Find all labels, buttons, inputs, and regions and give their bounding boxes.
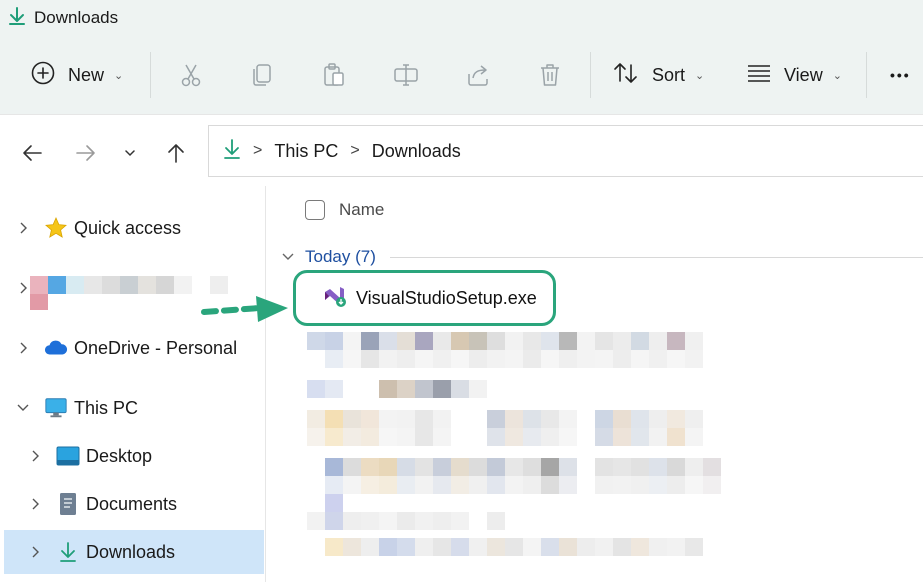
redacted-file-list [307, 332, 721, 556]
download-arrow-icon [8, 6, 26, 31]
chevron-down-icon [282, 253, 294, 260]
delete-icon [541, 64, 559, 86]
sidebar-item-label: Documents [86, 493, 178, 514]
forward-button[interactable] [70, 137, 102, 169]
toolbar-divider [590, 52, 591, 98]
download-arrow-icon [56, 540, 80, 564]
recent-locations-button[interactable] [114, 137, 146, 169]
window-title: Downloads [8, 6, 118, 30]
sidebar-item-downloads[interactable]: Downloads [4, 530, 264, 574]
view-icon [746, 63, 772, 88]
toolbar-divider [150, 52, 151, 98]
chevron-down-icon[interactable] [16, 401, 30, 415]
column-header-label: Name [339, 200, 385, 219]
sidebar-item-label: Quick access [74, 217, 182, 238]
sidebar-item-onedrive[interactable]: OneDrive - Personal [0, 326, 266, 370]
documents-icon [56, 492, 80, 516]
new-button[interactable]: New ⌄ [30, 48, 123, 102]
navigation-bar: > This PC > Downloads [0, 114, 923, 186]
group-divider [389, 256, 923, 258]
breadcrumb-separator: > [253, 142, 263, 159]
sidebar-item-label: Desktop [86, 445, 153, 466]
breadcrumb-separator: > [350, 142, 360, 159]
share-icon [468, 65, 488, 86]
file-name: VisualStudioSetup.exe [356, 287, 537, 308]
chevron-right-icon[interactable] [16, 221, 30, 235]
chevron-down-icon [125, 150, 135, 157]
cloud-icon [44, 336, 68, 360]
sidebar-item-label: This PC [74, 397, 139, 418]
more-options-label: ••• [890, 67, 911, 83]
view-button-label: View [784, 64, 823, 85]
redacted-label [30, 276, 228, 294]
download-arrow-icon [223, 138, 241, 165]
copy-icon [253, 64, 271, 86]
annotation-arrow-icon [201, 296, 288, 322]
sort-icon [612, 61, 640, 90]
cut-button[interactable] [176, 60, 206, 90]
rename-button[interactable] [391, 60, 421, 90]
sort-button[interactable]: Sort ⌄ [612, 48, 704, 102]
pc-icon [44, 396, 68, 420]
sidebar-item-label: OneDrive - Personal [74, 337, 238, 358]
redacted-label [30, 294, 48, 310]
sort-button-label: Sort [652, 64, 686, 85]
share-button[interactable] [463, 60, 493, 90]
new-button-label: New [68, 64, 105, 85]
sidebar-item-this-pc[interactable]: This PC [0, 386, 266, 430]
star-icon [44, 216, 68, 240]
toolbar: New ⌄ Sort ⌄ View ⌄ ••• [0, 48, 923, 102]
file-list: Name Today (7) VisualStudioSetup.exe [267, 186, 923, 582]
paste-icon [324, 63, 344, 86]
group-header-today[interactable]: Today (7) [281, 244, 923, 270]
cut-icon [181, 64, 201, 87]
address-bar[interactable]: > This PC > Downloads [208, 125, 923, 177]
chevron-right-icon[interactable] [16, 281, 30, 295]
column-header-name[interactable]: Name [305, 200, 384, 220]
back-icon [23, 145, 42, 161]
sidebar-item-label: Downloads [86, 541, 176, 562]
up-icon [168, 144, 184, 163]
breadcrumb-this-pc[interactable]: This PC [274, 141, 338, 162]
plus-circle-icon [30, 60, 56, 91]
chevron-down-icon: ⌄ [114, 69, 124, 82]
visual-studio-icon [322, 284, 348, 313]
group-label: Today (7) [305, 247, 376, 266]
delete-button[interactable] [535, 60, 565, 90]
up-button[interactable] [160, 137, 192, 169]
chevron-right-icon[interactable] [28, 497, 42, 511]
rename-icon [394, 64, 418, 86]
window-header: Downloads New ⌄ Sort ⌄ View ⌄ ••• [0, 0, 923, 114]
desktop-icon [56, 444, 80, 468]
sidebar-item-quick-access[interactable]: Quick access [0, 206, 266, 250]
breadcrumb-downloads[interactable]: Downloads [372, 141, 461, 162]
paste-button[interactable] [319, 60, 349, 90]
sidebar-item-documents[interactable]: Documents [0, 482, 266, 526]
window-title-text: Downloads [34, 8, 119, 27]
chevron-down-icon: ⌄ [695, 69, 705, 82]
file-row-highlighted[interactable]: VisualStudioSetup.exe [293, 270, 556, 326]
view-button[interactable]: View ⌄ [746, 48, 842, 102]
chevron-down-icon: ⌄ [832, 69, 842, 82]
more-options-button[interactable]: ••• [890, 48, 911, 102]
chevron-right-icon[interactable] [28, 545, 42, 559]
navigation-pane: Quick access OneDrive - Personal This PC… [0, 186, 266, 582]
chevron-right-icon[interactable] [28, 449, 42, 463]
sidebar-item-desktop[interactable]: Desktop [0, 434, 266, 478]
forward-icon [76, 145, 95, 161]
toolbar-divider [866, 52, 867, 98]
chevron-right-icon[interactable] [16, 341, 30, 355]
copy-button[interactable] [247, 60, 277, 90]
back-button[interactable] [16, 137, 48, 169]
select-all-checkbox[interactable] [305, 200, 325, 220]
